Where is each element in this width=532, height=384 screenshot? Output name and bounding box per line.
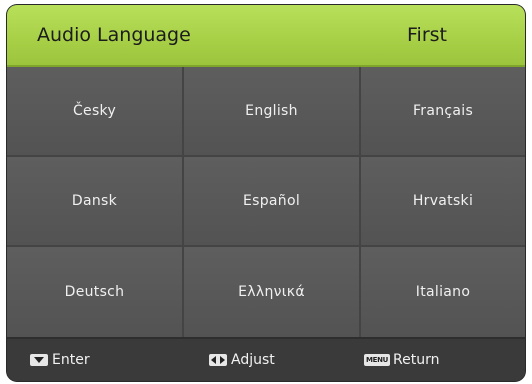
adjust-hint: Adjust bbox=[209, 352, 275, 368]
header-bar[interactable]: Audio Language First bbox=[7, 5, 525, 67]
left-right-arrows-key-icon bbox=[209, 354, 227, 366]
language-option-espanol[interactable]: Español bbox=[184, 157, 361, 247]
enter-hint: Enter bbox=[30, 352, 90, 368]
language-option-greek[interactable]: Ελληνικά bbox=[184, 247, 361, 337]
language-option-deutsch[interactable]: Deutsch bbox=[7, 247, 184, 337]
language-option-dansk[interactable]: Dansk bbox=[7, 157, 184, 247]
return-hint-label: Return bbox=[393, 352, 440, 368]
enter-hint-label: Enter bbox=[52, 352, 90, 368]
language-option-italiano[interactable]: Italiano bbox=[361, 247, 525, 337]
audio-language-panel: Audio Language First Česky English Franç… bbox=[7, 5, 525, 381]
audio-language-value[interactable]: First bbox=[407, 24, 447, 46]
menu-key-icon: MENU bbox=[364, 354, 390, 366]
language-option-english[interactable]: English bbox=[184, 67, 361, 157]
language-option-francais[interactable]: Français bbox=[361, 67, 525, 157]
language-option-cesky[interactable]: Česky bbox=[7, 67, 184, 157]
return-hint: MENU Return bbox=[364, 352, 439, 368]
adjust-hint-label: Adjust bbox=[231, 352, 275, 368]
page-title: Audio Language bbox=[37, 24, 191, 46]
language-option-hrvatski[interactable]: Hrvatski bbox=[361, 157, 525, 247]
down-arrow-key-icon bbox=[30, 354, 48, 366]
footer-hint-bar: Enter Adjust MENU Return bbox=[7, 337, 525, 381]
language-grid: Česky English Français Dansk Español Hrv… bbox=[7, 67, 525, 337]
